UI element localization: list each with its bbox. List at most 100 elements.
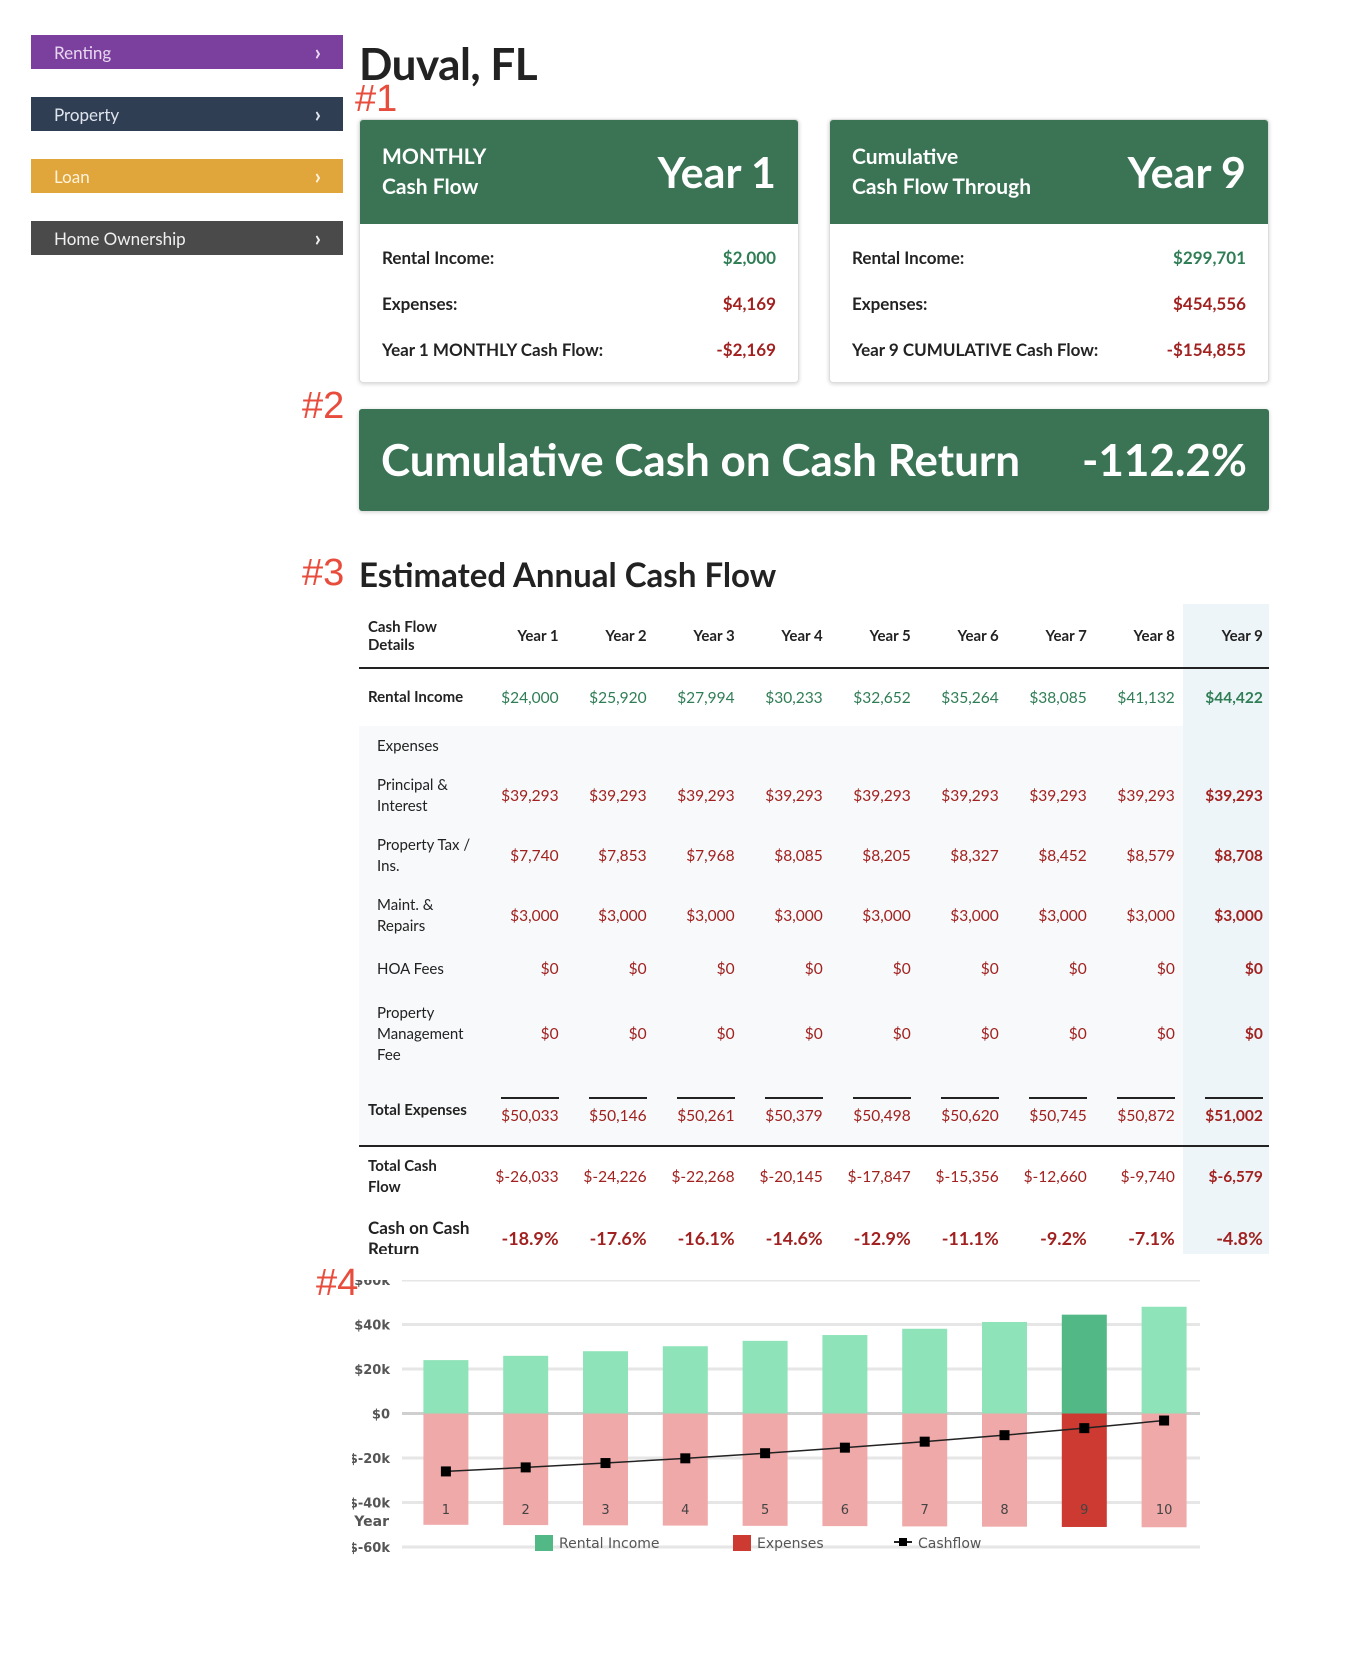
table-cell: $0: [566, 992, 655, 1076]
cashflow-point: [520, 1462, 531, 1473]
table-cell-value: $50,379: [765, 1096, 823, 1125]
table-cell: $0: [742, 946, 831, 992]
row-label: Year 1 MONTHLY Cash Flow:: [382, 338, 604, 360]
row-label: Property Tax / Ins.: [359, 826, 479, 886]
table-cell: $39,293: [1094, 766, 1183, 826]
table-cell: -16.1%: [677, 1227, 735, 1249]
table-cell: $0: [1182, 946, 1269, 992]
table-cell: -9.2%: [1040, 1227, 1087, 1249]
table-cell: $-12,660: [1023, 1167, 1087, 1186]
table-cell: $-26,033: [495, 1167, 559, 1186]
y-tick-label: $20k: [354, 1363, 390, 1378]
sidebar-item-label: Loan: [54, 165, 90, 187]
x-tick-label: 2: [522, 1503, 530, 1518]
card-row-rental-income: Rental Income: $2,000: [360, 234, 798, 280]
table-cell: $0: [830, 946, 919, 992]
table-cell: [1006, 726, 1095, 766]
table-cell-value: $50,745: [1029, 1096, 1087, 1125]
table-cell: $-6,579: [1182, 1146, 1269, 1206]
table-cell: $0: [654, 946, 743, 992]
cumulative-cash-flow-card: Cumulative Cash Flow Through Year 9 Rent…: [829, 119, 1269, 383]
x-tick-label: 3: [601, 1503, 609, 1518]
table-header-year: Year 2: [566, 604, 655, 669]
sidebar-item-renting[interactable]: Renting ›: [31, 35, 343, 69]
table-cell: $-20,145: [759, 1167, 823, 1186]
table-cell: $0: [1006, 992, 1095, 1076]
row-label: Year 9 CUMULATIVE Cash Flow:: [852, 338, 1099, 360]
card-row-rental-income: Rental Income: $299,701: [830, 234, 1268, 280]
x-tick-label: 10: [1156, 1503, 1173, 1518]
cashflow-point: [1079, 1423, 1090, 1434]
table-row-total-cash-flow: Total Cash Flow $-26,033 $-24,226 $-22,268 $…: [359, 1146, 1269, 1206]
table-cell: $39,293: [1006, 766, 1095, 826]
legend-swatch-expenses: [733, 1535, 751, 1551]
table-cell: $8,452: [1006, 826, 1095, 886]
table-row-pmf: Property Management Fee $0 $0 $0 $0 $0 $0 $0 $0 $…: [359, 992, 1269, 1076]
table-header-year: Year 8: [1094, 604, 1183, 669]
annotation-marker-1: #1: [355, 78, 398, 120]
sidebar-item-home-ownership[interactable]: Home Ownership ›: [31, 221, 343, 255]
row-label: Rental Income:: [382, 246, 495, 268]
annotation-marker-2: #2: [302, 385, 345, 427]
table-cell: $0: [742, 992, 831, 1076]
cashflow-point: [680, 1453, 691, 1464]
cashflow-point: [600, 1458, 611, 1469]
sidebar-item-property[interactable]: Property ›: [31, 97, 343, 131]
table-cell: $3,000: [478, 886, 567, 946]
table-cell: $50,261: [654, 1076, 743, 1147]
x-tick-label: 5: [761, 1503, 769, 1518]
sidebar-item-label: Renting: [54, 41, 112, 63]
y-tick-label: $-20k: [352, 1452, 390, 1467]
x-axis-label: Year: [353, 1514, 389, 1530]
chevron-right-icon: ›: [314, 162, 321, 189]
card-header: MONTHLY Cash Flow Year 1: [360, 120, 798, 224]
table-header-year: Year 9: [1182, 604, 1269, 669]
table-cell: $0: [1094, 992, 1183, 1076]
row-label: Rental Income: [368, 688, 464, 706]
table-cell: $39,293: [742, 766, 831, 826]
cashflow-point: [919, 1436, 930, 1447]
x-tick-label: 7: [921, 1503, 929, 1518]
card-header-year: Year 9: [1127, 146, 1246, 198]
legend-label: Rental Income: [559, 1536, 660, 1552]
table-cell: [1182, 726, 1269, 766]
table-cell: -14.6%: [765, 1227, 823, 1249]
table-cell: $30,233: [765, 688, 823, 707]
card-header-line1: Cumulative: [852, 144, 959, 169]
table-cell: $0: [1094, 946, 1183, 992]
x-tick-label: 4: [681, 1503, 689, 1518]
income-bar: [583, 1351, 628, 1414]
cumulative-coc-banner: Cumulative Cash on Cash Return -112.2%: [359, 409, 1269, 511]
cashflow-line: [445, 1419, 1165, 1473]
row-value: $454,556: [1173, 292, 1246, 314]
row-label: Cash on Cash Return: [368, 1217, 470, 1254]
table-cell: $-15,356: [935, 1167, 999, 1186]
y-tick-label: $-60k: [352, 1541, 390, 1556]
table-cell-value: $50,033: [501, 1096, 559, 1125]
cashflow-point: [440, 1466, 451, 1477]
sidebar-item-loan[interactable]: Loan ›: [31, 159, 343, 193]
table-cell: $8,205: [830, 826, 919, 886]
table-header-row: Cash Flow Details Year 1 Year 2 Year 3 Year…: [359, 604, 1269, 669]
table-row-expenses-title: Expenses: [359, 726, 1269, 766]
table-cell: $39,293: [478, 766, 567, 826]
y-tick-label: $60k: [354, 1280, 390, 1289]
monthly-cash-flow-card: MONTHLY Cash Flow Year 1 Rental Income: …: [359, 119, 799, 383]
row-label: Expenses: [359, 726, 479, 766]
table-row-maint-repairs: Maint. & Repairs $3,000 $3,000 $3,000 $3,000…: [359, 886, 1269, 946]
income-bar: [982, 1321, 1027, 1414]
coc-banner-value: -112.2%: [1081, 434, 1247, 486]
table-cell: $38,085: [1029, 688, 1087, 707]
row-label: Total Expenses: [359, 1076, 479, 1147]
sidebar-item-label: Property: [54, 103, 120, 125]
table-cell: $0: [654, 992, 743, 1076]
table-cell: $27,994: [677, 688, 735, 707]
legend-label: Expenses: [757, 1536, 824, 1552]
chevron-right-icon: ›: [314, 38, 321, 65]
table-row-hoa: HOA Fees$0$0$0$0$0$0$0$0$0$0: [359, 946, 1269, 992]
table-row-rental-income: Rental Income $24,000 $25,920 $27,994 $30,23…: [359, 668, 1269, 726]
income-bar: [423, 1360, 469, 1414]
table-cell: $50,745: [1006, 1076, 1095, 1147]
income-bar: [742, 1340, 788, 1414]
row-label: Expenses:: [852, 292, 928, 314]
